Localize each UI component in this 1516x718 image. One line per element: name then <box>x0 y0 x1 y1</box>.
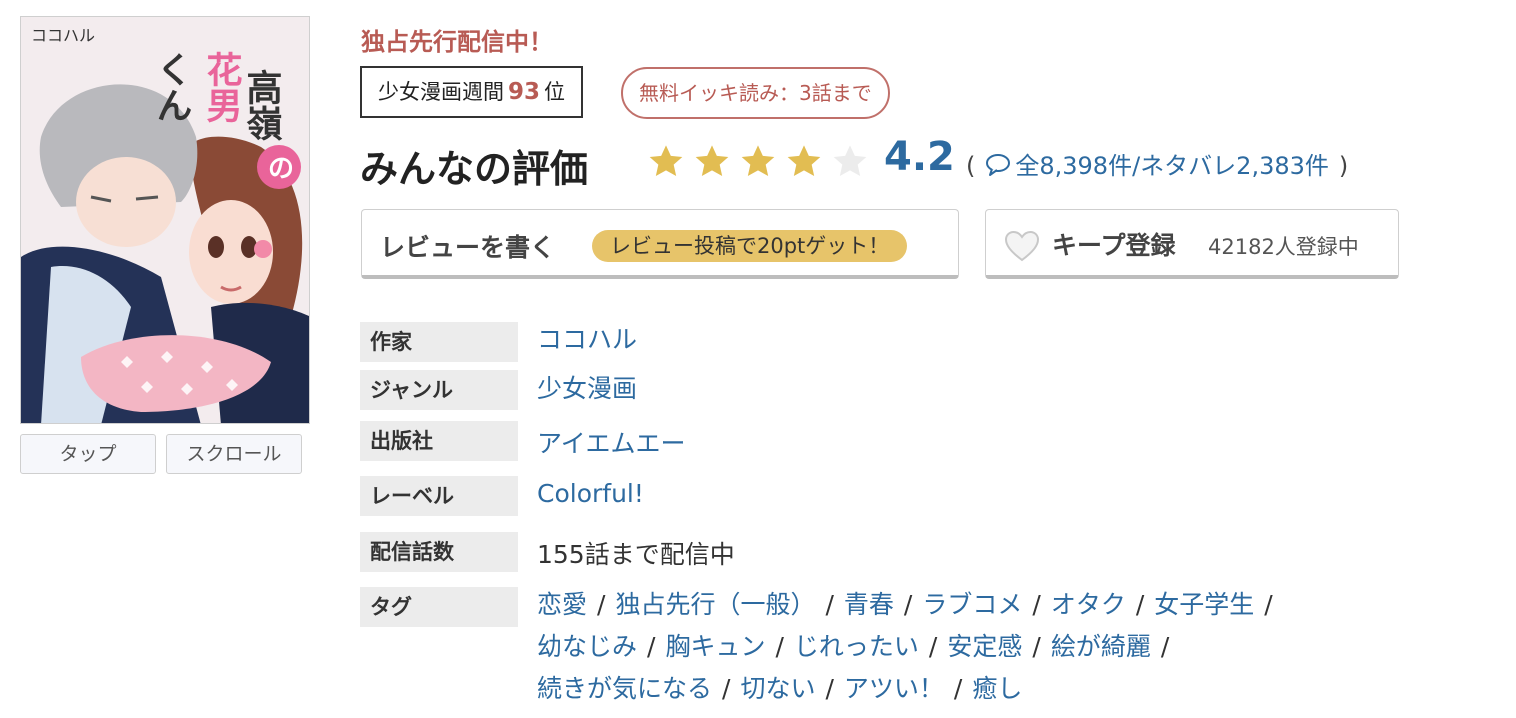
cover-image[interactable]: ココハル 高嶺 花男 くん の <box>20 16 310 424</box>
tag-link[interactable]: 女子学生 <box>1154 590 1254 619</box>
tag-separator: / <box>953 674 963 703</box>
tag-link[interactable]: 独占先行（一般） <box>615 590 815 619</box>
keep-button[interactable]: キープ登録 42182人登録中 <box>985 209 1399 279</box>
tag-line-3: 続きが気になる / 切ない / アツい！ / 癒し <box>537 669 1022 705</box>
tag-separator: / <box>1264 590 1273 619</box>
label-label: レーベル <box>360 476 518 516</box>
tag-link[interactable]: 安定感 <box>947 632 1022 661</box>
tag-separator: / <box>1032 632 1041 661</box>
cover-title-col2: 花男 <box>201 51 243 123</box>
write-review-label: レビューを書く <box>380 233 556 262</box>
scroll-button[interactable]: スクロール <box>166 434 302 474</box>
tag-separator: / <box>1160 632 1170 661</box>
star-empty-icon <box>833 145 867 176</box>
label-value: Colorful! <box>537 479 644 508</box>
publisher-value: アイエムエー <box>537 424 686 460</box>
cover-title-col3: くん <box>151 51 192 123</box>
tag-link[interactable]: ラブコメ <box>922 590 1022 619</box>
write-review-button[interactable]: レビューを書く レビュー投稿で20ptゲット！ <box>361 209 959 279</box>
tag-link[interactable]: じれったい <box>794 632 919 661</box>
review-counts: ( 全8,398件/ネタバレ2,383件) <box>966 146 1348 181</box>
speech-bubble-icon <box>986 154 1011 176</box>
episodes-label: 配信話数 <box>360 532 518 572</box>
label-link[interactable]: Colorful! <box>537 479 644 508</box>
tag-link[interactable]: 癒し <box>972 674 1022 703</box>
tag-link[interactable]: 青春 <box>844 590 894 619</box>
publisher-label: 出版社 <box>360 421 518 461</box>
tag-separator: / <box>647 632 656 661</box>
cover-title-col1: 高嶺 <box>241 69 283 141</box>
review-count-slash: / <box>1132 152 1141 180</box>
star-filled-icon <box>649 145 683 176</box>
rating-title: みんなの評価 <box>360 147 589 191</box>
spoiler-reviews-link[interactable]: ネタバレ2,383件 <box>1140 152 1329 180</box>
ranking-number: 93 <box>508 79 541 105</box>
tag-separator: / <box>722 674 731 703</box>
heart-icon <box>1004 230 1040 262</box>
genre-link[interactable]: 少女漫画 <box>537 374 637 403</box>
keep-count: 42182人登録中 <box>1208 235 1359 259</box>
author-label: 作家 <box>360 322 518 362</box>
ranking-suffix: 位 <box>544 80 566 104</box>
star-filled-icon <box>695 145 729 176</box>
genre-label: ジャンル <box>360 370 518 410</box>
tag-link[interactable]: 恋愛 <box>537 590 587 619</box>
tag-line-1: 恋愛 / 独占先行（一般） / 青春 / ラブコメ / オタク / 女子学生 / <box>537 585 1283 621</box>
author-link[interactable]: ココハル <box>537 325 637 354</box>
exclusive-label: 独占先行配信中！ <box>361 28 553 56</box>
tag-separator: / <box>597 590 606 619</box>
cover-author-text: ココハル <box>31 26 95 45</box>
star-filled-icon <box>787 145 821 176</box>
tag-separator: / <box>825 590 834 619</box>
publisher-link[interactable]: アイエムエー <box>537 429 686 458</box>
ranking-badge: 少女漫画週間 93 位 <box>360 66 584 118</box>
tag-link[interactable]: オタク <box>1051 590 1126 619</box>
review-bonus-pill: レビュー投稿で20ptゲット！ <box>592 230 908 262</box>
close-paren: ) <box>1338 152 1349 180</box>
cover-title-no: の <box>268 154 294 184</box>
all-reviews-link[interactable]: 全8,398件 <box>1015 152 1132 180</box>
tag-line-2: 幼なじみ / 胸キュン / じれったい / 安定感 / 絵が綺麗 / <box>537 627 1179 663</box>
tag-separator: / <box>775 632 784 661</box>
tag-link[interactable]: アツい！ <box>844 674 944 703</box>
tag-link[interactable]: 胸キュン <box>665 632 765 661</box>
free-read-badge[interactable]: 無料イッキ読み：3話まで <box>621 67 890 119</box>
tag-link[interactable]: 絵が綺麗 <box>1051 632 1151 661</box>
star-filled-icon <box>741 145 775 176</box>
open-paren: ( <box>966 152 976 180</box>
tag-separator: / <box>1135 590 1145 619</box>
tag-separator: / <box>825 674 834 703</box>
rating-score: 4.2 <box>884 134 955 180</box>
keep-label: キープ登録 <box>1052 231 1176 260</box>
tap-button[interactable]: タップ <box>20 434 156 474</box>
cover-controls: タップ スクロール <box>20 434 312 476</box>
author-value: ココハル <box>537 320 637 356</box>
tag-separator: / <box>1032 590 1041 619</box>
tag-link[interactable]: 切ない <box>740 674 815 703</box>
tag-link[interactable]: 幼なじみ <box>537 632 637 661</box>
episodes-value: 155話まで配信中 <box>537 540 735 569</box>
tag-separator: / <box>903 590 913 619</box>
genre-value: 少女漫画 <box>537 369 637 405</box>
tag-separator: / <box>928 632 938 661</box>
tag-link[interactable]: 続きが気になる <box>537 674 712 703</box>
tags-label: タグ <box>360 587 518 627</box>
ranking-prefix: 少女漫画週間 <box>378 80 504 104</box>
